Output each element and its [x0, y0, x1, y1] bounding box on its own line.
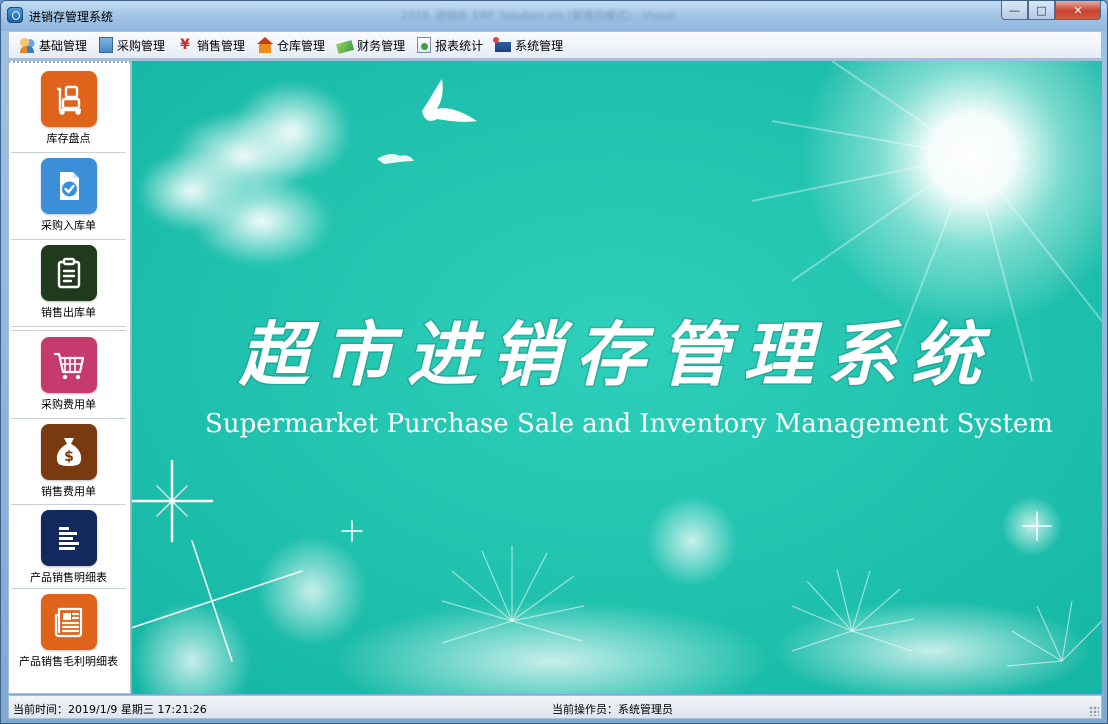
maximize-button[interactable]: □: [1028, 1, 1055, 20]
newspaper-icon: [40, 594, 97, 650]
menu-sales[interactable]: ¥ 销售管理: [173, 34, 253, 56]
sidebar-item-label: 销售费用单: [41, 485, 96, 498]
sidebar-item-label: 库存盘点: [46, 132, 91, 145]
status-current-operator: 当前操作员：系统管理员: [552, 703, 673, 716]
title-bar[interactable]: 进销存管理系统 2019_进销存_ERP_Solution.sln (管理员模式…: [1, 1, 1107, 31]
cart-icon: [40, 337, 97, 393]
inventory-icon: [40, 71, 97, 127]
sidebar-item-product-sales-detail[interactable]: 产品销售明细表: [11, 510, 126, 585]
sidebar-divider: [11, 239, 126, 240]
menu-finance[interactable]: 财务管理: [333, 34, 413, 56]
menu-report[interactable]: 报表统计: [413, 34, 491, 56]
resize-grip-icon[interactable]: [1089, 706, 1099, 716]
warehouse-icon: [257, 37, 274, 53]
sidebar-item-product-gross-profit-detail[interactable]: 产品销售毛利明细表: [11, 594, 126, 669]
sidebar-divider: [11, 418, 126, 419]
window-controls: — □ ✕: [1001, 1, 1101, 21]
sidebar-item-sales-delivery[interactable]: 销售出库单: [11, 245, 126, 320]
sidebar-item-label: 采购费用单: [41, 398, 96, 411]
banner-title-cn: 超市进销存管理系统: [238, 313, 995, 396]
menu-bar: 基础管理 采购管理 ¥ 销售管理 仓库管理 财务管理 报表统计 系统管理: [8, 31, 1102, 59]
menu-system-label: 系统管理: [515, 38, 564, 53]
report-icon: [417, 37, 432, 53]
menu-purchase-label: 采购管理: [117, 38, 166, 53]
sidebar-divider: [11, 588, 126, 589]
clipboard-icon: [40, 245, 97, 301]
list-icon: [40, 510, 97, 566]
menu-report-label: 报表统计: [435, 38, 484, 53]
sidebar-item-purchase-expense[interactable]: 采购费用单: [11, 337, 126, 412]
document-check-icon: [40, 158, 97, 214]
minimize-button[interactable]: —: [1001, 1, 1028, 20]
sidebar-item-purchase-receipt[interactable]: 采购入库单: [11, 158, 126, 233]
sidebar-item-label: 产品销售明细表: [30, 571, 107, 584]
moneybag-icon: $: [40, 424, 97, 480]
sidebar-divider: [11, 326, 126, 327]
sidebar-item-label: 销售出库单: [41, 306, 96, 319]
sidebar-item-sales-expense[interactable]: $ 销售费用单: [11, 424, 126, 499]
sidebar-divider: [11, 330, 126, 331]
window-title: 进销存管理系统: [29, 10, 114, 24]
menu-purchase[interactable]: 采购管理: [95, 34, 173, 56]
menu-basic-label: 基础管理: [39, 38, 88, 53]
sidebar-item-label: 采购入库单: [41, 219, 96, 232]
status-current-time: 当前时间：2019/1/9 星期三 17:21:26: [13, 703, 207, 716]
app-logo-icon: [7, 7, 23, 23]
menu-warehouse[interactable]: 仓库管理: [253, 34, 333, 56]
menu-basic[interactable]: 基础管理: [15, 34, 95, 56]
status-bar: 当前时间：2019/1/9 星期三 17:21:26 当前操作员：系统管理员: [8, 695, 1102, 719]
menu-finance-label: 财务管理: [357, 38, 406, 53]
building-icon: [99, 37, 114, 53]
sale-icon: ¥: [180, 37, 190, 53]
sidebar-divider: [11, 152, 126, 153]
menu-system[interactable]: 系统管理: [491, 34, 571, 56]
close-button[interactable]: ✕: [1055, 1, 1101, 20]
sidebar-divider: [11, 504, 126, 505]
menu-warehouse-label: 仓库管理: [277, 38, 326, 53]
shortcut-sidebar: 库存盘点 采购入库单 销售出库单 采购费用单 $ 销售费用单 产品销售明细表 产…: [8, 61, 131, 694]
users-icon: [19, 37, 35, 53]
sidebar-item-inventory-count[interactable]: 库存盘点: [11, 71, 126, 146]
system-icon: [493, 37, 512, 52]
banner-title-en: Supermarket Purchase Sale and Inventory …: [205, 409, 1053, 439]
menu-sales-label: 销售管理: [197, 38, 246, 53]
app-window: 进销存管理系统 2019_进销存_ERP_Solution.sln (管理员模式…: [0, 0, 1108, 724]
welcome-banner: 超市进销存管理系统 Supermarket Purchase Sale and …: [132, 61, 1102, 694]
sidebar-item-label: 产品销售毛利明细表: [19, 655, 118, 668]
banner-artwork: 超市进销存管理系统 Supermarket Purchase Sale and …: [132, 61, 1102, 694]
svg-text:$: $: [64, 449, 74, 465]
window-title-extra: 2019_进销存_ERP_Solution.sln (管理员模式) - Visu…: [401, 9, 675, 21]
money-icon: [336, 39, 355, 54]
